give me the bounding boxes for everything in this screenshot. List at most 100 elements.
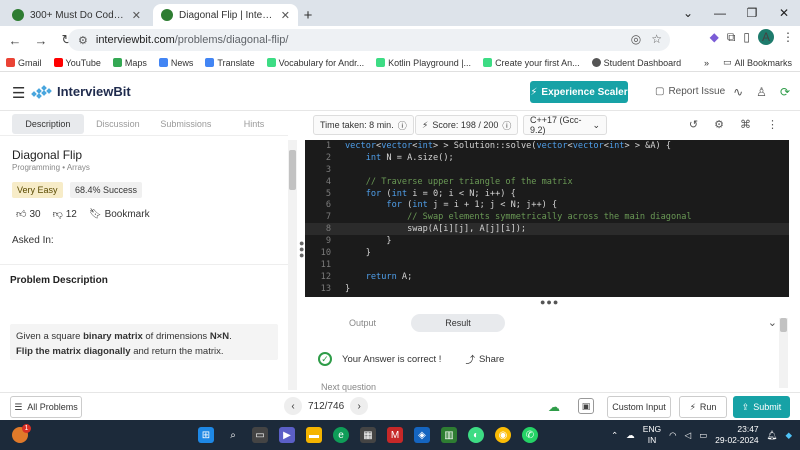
activity-icon[interactable]: ∿ — [733, 85, 743, 99]
code-line[interactable]: 2 int N = A.size(); — [305, 152, 789, 164]
close-window-icon[interactable]: ✕ — [768, 0, 800, 26]
tab-description[interactable]: Description — [12, 113, 84, 134]
bookmark-maps[interactable]: Maps — [112, 58, 147, 68]
tab-result[interactable]: Result — [411, 314, 505, 332]
bookmark-translate[interactable]: Translate — [205, 58, 255, 68]
reset-icon[interactable]: ↺ — [689, 118, 698, 131]
wifi-icon[interactable]: ◠ — [669, 430, 676, 441]
prev-problem-button[interactable]: ‹ — [284, 397, 302, 415]
experience-scaler-button[interactable]: ⚡ Experience Scaler — [530, 81, 628, 103]
code-line[interactable]: 8 swap(A[i][j], A[j][i]); — [305, 223, 789, 236]
app-icon[interactable]: ◈ — [414, 427, 430, 443]
code-line[interactable]: 9 } — [305, 235, 789, 247]
horizontal-drag-handle[interactable]: ●●● — [540, 297, 559, 307]
bookmark-student-dashboard[interactable]: Student Dashboard — [591, 58, 681, 68]
language-select[interactable]: C++17 (Gcc-9.2) ⌄ — [523, 115, 607, 135]
clock[interactable]: 23:47 29-02-2024 — [715, 424, 758, 446]
share-button[interactable]: ⤴ Share — [465, 352, 504, 367]
tab-output[interactable]: Output — [325, 314, 400, 332]
edge-icon[interactable]: e — [333, 427, 349, 443]
browser-tab-1[interactable]: 300+ Must Do Coding Question ✕ — [4, 4, 149, 26]
url-bar[interactable]: ⚙ interviewbit.com/problems/diagonal-fli… — [68, 29, 670, 51]
restore-icon[interactable]: ❐ — [736, 0, 768, 26]
left-scrollbar[interactable] — [288, 140, 297, 390]
submit-button[interactable]: ⇪ Submit — [733, 396, 790, 418]
kotlin-icon[interactable]: ◐ — [468, 427, 484, 443]
vertical-drag-handle[interactable]: ● ● ● — [299, 239, 304, 260]
eye-off-icon[interactable]: ◎ — [631, 32, 641, 46]
scroll-thumb[interactable] — [780, 318, 787, 332]
bookmark-gmail[interactable]: Gmail — [6, 58, 42, 68]
console-icon[interactable]: ▣ — [578, 398, 594, 414]
tab-hints[interactable]: Hints — [220, 114, 288, 134]
tab-submissions[interactable]: Submissions — [152, 114, 220, 134]
store-icon[interactable]: ▦ — [360, 427, 376, 443]
code-line[interactable]: 10 } — [305, 247, 789, 259]
all-problems-button[interactable]: ☰ All Problems — [10, 396, 82, 418]
code-editor[interactable]: 1 vector<vector<int> > Solution::solve(ve… — [305, 140, 789, 297]
custom-input-button[interactable]: Custom Input — [607, 396, 671, 418]
notification-icon[interactable]: ⟳ — [780, 85, 790, 99]
collapse-chevron-icon[interactable]: ⌄ — [768, 316, 777, 329]
downvote-button[interactable]: 👎︎ 12 — [53, 208, 77, 221]
menu-kebab-icon[interactable]: ⋮ — [782, 30, 794, 44]
language-indicator[interactable]: ENG IN — [643, 424, 661, 446]
bookmark-button[interactable]: 🔖︎ Bookmark — [89, 209, 150, 220]
bookmark-create-app[interactable]: Create your first An... — [483, 58, 580, 68]
browser-tab-2[interactable]: Diagonal Flip | Interviewbit ✕ — [153, 4, 298, 26]
window-dropdown-icon[interactable]: ⌄ — [672, 0, 704, 26]
file-explorer-icon[interactable]: ▬ — [306, 427, 322, 443]
code-line[interactable]: 3 — [305, 164, 789, 176]
whatsapp-icon[interactable]: ✆ — [522, 427, 538, 443]
scroll-thumb[interactable] — [289, 150, 296, 190]
profile-avatar[interactable]: A — [758, 29, 774, 45]
info-icon[interactable]: ⓘ — [398, 119, 407, 132]
code-line[interactable]: 11 — [305, 259, 789, 271]
windows-start-icon[interactable]: ⊞ — [198, 427, 214, 443]
forward-icon[interactable]: → — [30, 29, 52, 51]
run-button[interactable]: ⚡ Run — [679, 396, 727, 418]
next-problem-button[interactable]: › — [350, 397, 369, 415]
tray-chevron-icon[interactable]: ⌃ — [611, 430, 618, 441]
all-bookmarks[interactable]: ▭ All Bookmarks — [723, 57, 792, 68]
code-line[interactable]: 6 for (int j = i + 1; j < N; j++) { — [305, 199, 789, 211]
task-view-icon[interactable]: ▭ — [252, 427, 268, 443]
code-line[interactable]: 7 // Swap elements symmetrically across … — [305, 211, 789, 223]
code-line[interactable]: 4 // Traverse upper triangle of the matr… — [305, 176, 789, 188]
code-line[interactable]: 1 vector<vector<int> > Solution::solve(ve… — [305, 140, 789, 152]
report-issue-link[interactable]: ▢ Report Issue — [655, 86, 725, 97]
user-icon[interactable]: ♙ — [756, 85, 767, 99]
volume-icon[interactable]: ◁ — [685, 430, 692, 441]
cloud-icon[interactable]: ☁ — [626, 430, 635, 441]
battery-icon[interactable]: ▭ — [699, 430, 707, 441]
new-tab-button[interactable]: + — [298, 4, 318, 26]
sync-cloud-icon[interactable]: ☁ — [548, 400, 560, 414]
chrome-icon[interactable]: ◉ — [495, 427, 511, 443]
next-question-link[interactable]: Next question — [321, 382, 376, 392]
notifications-icon[interactable]: 🔔︎ — [767, 430, 778, 441]
star-icon[interactable]: ☆ — [651, 32, 662, 46]
shortcuts-icon[interactable]: ⌘ — [740, 118, 751, 131]
mcafee-icon[interactable]: M — [387, 427, 403, 443]
more-options-icon[interactable]: ⋮ — [767, 118, 778, 131]
code-line[interactable]: 12 return A; — [305, 271, 789, 283]
more-bookmarks-icon[interactable]: » — [704, 58, 709, 68]
settings-icon[interactable]: ⚙ — [714, 118, 724, 131]
site-logo[interactable]: InterviewBit — [31, 84, 131, 99]
output-scrollbar[interactable] — [779, 318, 788, 388]
bookmark-kotlin[interactable]: Kotlin Playground |... — [376, 58, 471, 68]
meet-icon[interactable]: ▶ — [279, 427, 295, 443]
code-line[interactable]: 5 for (int i = 0; i < N; i++) { — [305, 188, 789, 200]
hamburger-menu-icon[interactable]: ☰ — [12, 84, 25, 102]
bookmark-youtube[interactable]: YouTube — [53, 58, 101, 68]
copilot-icon[interactable]: ◆ — [785, 430, 792, 441]
close-tab-icon[interactable]: ✕ — [281, 9, 290, 22]
minimize-icon[interactable]: — — [704, 0, 736, 26]
tab-discussion[interactable]: Discussion — [84, 114, 152, 134]
android-studio-icon[interactable]: ▥ — [441, 427, 457, 443]
sidepanel-icon[interactable]: ▯ — [743, 30, 750, 44]
upvote-button[interactable]: 👍︎ 30 — [16, 208, 41, 221]
site-info-icon[interactable]: ⚙ — [78, 34, 88, 47]
bookmark-news[interactable]: News — [158, 58, 193, 68]
extension-icon[interactable]: ◆ — [710, 30, 719, 44]
